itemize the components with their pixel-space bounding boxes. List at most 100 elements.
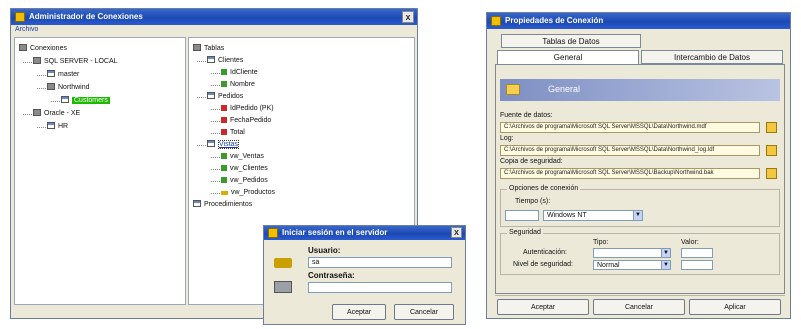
tree-node-label: FechaPedido <box>230 117 272 124</box>
login-titlebar[interactable]: Iniciar sesión en el servidor x <box>264 226 465 240</box>
tab-tablas-de-datos[interactable]: Tablas de Datos <box>501 34 641 48</box>
browse-folder-icon[interactable] <box>766 122 777 133</box>
tree-node[interactable]: Pedidos <box>207 92 243 102</box>
row2-value-input[interactable] <box>681 260 713 270</box>
table-icon <box>207 56 215 63</box>
folder-icon <box>506 84 520 95</box>
cancel-button[interactable]: Cancelar <box>593 299 685 315</box>
chevron-down-icon[interactable]: ▼ <box>661 249 670 257</box>
tree-node[interactable]: Procedimientos <box>193 200 252 210</box>
tree-node[interactable]: HR <box>47 122 68 132</box>
path2-input[interactable]: C:\Archivos de programa\Microsoft SQL Se… <box>500 145 760 156</box>
tree-node[interactable]: Nombre <box>221 80 255 90</box>
tab-general[interactable]: General <box>497 50 639 65</box>
tree-node[interactable]: IdCliente <box>221 68 258 78</box>
timeout-input[interactable] <box>505 210 539 221</box>
tree-node-label: Procedimientos <box>204 201 253 208</box>
chevron-down-icon[interactable]: ▼ <box>633 211 642 220</box>
ok-button[interactable]: Aceptar <box>332 304 386 320</box>
column-icon <box>221 81 227 87</box>
tree-connector <box>197 145 206 146</box>
tree-connector <box>197 97 206 98</box>
tree-connector <box>211 133 220 134</box>
close-icon[interactable]: x <box>451 227 462 238</box>
user-label: Usuario: <box>308 246 341 255</box>
close-icon[interactable]: x <box>402 11 414 23</box>
tree-node-label: master <box>58 71 80 78</box>
table-icon <box>207 140 215 147</box>
password-input[interactable] <box>308 282 452 293</box>
login-dialog: Iniciar sesión en el servidor x Usuario:… <box>263 225 466 325</box>
tree-node-label: IdCliente <box>230 69 258 76</box>
tree-node[interactable]: Customers <box>61 96 110 106</box>
tree-node[interactable]: master <box>47 70 79 80</box>
explorer-title: Administrador de Conexiones <box>29 12 143 21</box>
auth-mode-value: Windows NT <box>547 212 587 219</box>
app-icon <box>15 12 25 22</box>
tree-node[interactable]: vw_Productos <box>221 188 275 198</box>
browse-folder-icon[interactable] <box>766 145 777 156</box>
row2-value: Normal <box>597 262 620 269</box>
password-label: Contraseña: <box>308 271 355 280</box>
tree-connector <box>211 109 220 110</box>
cancel-button[interactable]: Cancelar <box>394 304 454 320</box>
row1-value-input[interactable] <box>681 248 713 258</box>
app-icon <box>491 16 501 26</box>
group2-title: Seguridad <box>507 229 543 236</box>
tree-node[interactable]: vw_Ventas <box>221 152 264 162</box>
tree-node[interactable]: Vistas <box>207 140 239 150</box>
tree-node[interactable]: Clientes <box>207 56 243 66</box>
key-icon <box>221 191 228 195</box>
tree-node-label: Northwind <box>58 84 90 91</box>
tree-node-label: IdPedido (PK) <box>230 105 274 112</box>
path3-input[interactable]: C:\Archivos de programa\Microsoft SQL Se… <box>500 168 760 179</box>
user-input[interactable]: sa <box>308 257 452 268</box>
keys-icon <box>274 258 292 268</box>
tree-node-label: Conexiones <box>30 45 67 52</box>
path1-label: Fuente de datos: <box>500 112 553 119</box>
tree-node-label: Total <box>230 129 245 136</box>
column-icon <box>221 165 227 171</box>
column-icon <box>221 129 227 135</box>
tab-intercambio[interactable]: Intercambio de Datos <box>641 50 783 64</box>
props-titlebar[interactable]: Propiedades de Conexión <box>487 13 790 29</box>
properties-window: Propiedades de Conexión Tablas de Datos … <box>486 12 791 319</box>
row2-select[interactable]: Normal ▼ <box>593 260 671 270</box>
chevron-down-icon[interactable]: ▼ <box>661 261 670 269</box>
column-icon <box>221 177 227 183</box>
tree-connector <box>37 88 46 89</box>
tree-node[interactable]: SQL SERVER - LOCAL <box>33 57 118 67</box>
database-icon <box>33 109 41 116</box>
tree-node[interactable]: Conexiones <box>19 44 67 54</box>
menu-archivo[interactable]: Archivo <box>15 26 38 33</box>
apply-button[interactable]: Aplicar <box>689 299 781 315</box>
tree-node[interactable]: Total <box>221 128 245 138</box>
tree-node[interactable]: Tablas <box>193 44 224 54</box>
tree-node[interactable]: vw_Pedidos <box>221 176 268 186</box>
tree-connector <box>23 114 32 115</box>
tree-connector <box>211 121 220 122</box>
tree-node[interactable]: IdPedido (PK) <box>221 104 274 114</box>
row1-select[interactable]: ▼ <box>593 248 671 258</box>
connection-options-group: Opciones de conexión Tiempo (s): Windows… <box>500 185 780 227</box>
col2-header: Valor: <box>681 239 699 246</box>
browse-folder-icon[interactable] <box>766 168 777 179</box>
group1-title: Opciones de conexión <box>507 185 581 192</box>
tree-node[interactable]: FechaPedido <box>221 116 271 126</box>
tree-node-label: Pedidos <box>218 93 244 100</box>
path1-input[interactable]: C:\Archivos de programa\Microsoft SQL Se… <box>500 122 760 133</box>
tree-connector <box>37 75 46 76</box>
tree-node[interactable]: Oracle - XE <box>33 109 80 119</box>
general-tab-panel: General Fuente de datos: C:\Archivos de … <box>495 64 785 294</box>
explorer-titlebar[interactable]: Administrador de Conexiones x <box>11 9 417 25</box>
database-icon <box>47 83 55 90</box>
tree-node[interactable]: vw_Clientes <box>221 164 268 174</box>
connections-tree[interactable]: Conexiones SQL SERVER - LOCAL master Northw… <box>14 37 186 305</box>
tree-connector <box>211 193 220 194</box>
timeout-label: Tiempo (s): <box>515 198 551 205</box>
general-header-label: General <box>548 84 581 94</box>
tree-node-label: Clientes <box>218 57 244 64</box>
tree-node[interactable]: Northwind <box>47 83 90 93</box>
accept-button[interactable]: Aceptar <box>497 299 589 315</box>
auth-mode-select[interactable]: Windows NT ▼ <box>543 210 643 221</box>
